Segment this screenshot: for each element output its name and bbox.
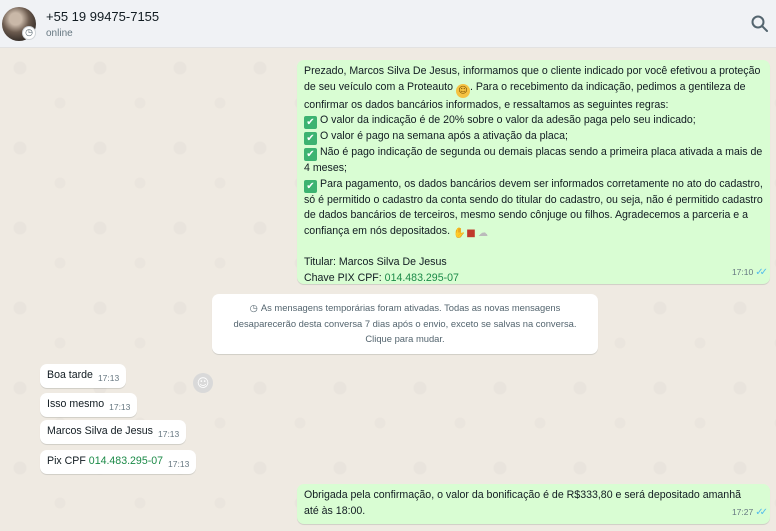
message-meta: 17:27 ✓✓ [731, 505, 768, 521]
message-time: 17:13 [168, 459, 190, 469]
message-time: 17:27 [731, 506, 754, 517]
incoming-message[interactable]: Boa tarde 17:13 [40, 364, 127, 388]
message-text: Obrigada pela confirmação, o valor da bo… [304, 488, 763, 519]
timer-icon: ◷ [249, 303, 261, 314]
rule-3: Não é pago indicação de segunda ou demai… [304, 146, 763, 174]
contact-name[interactable]: +55 19 99475-7155 [46, 9, 159, 24]
smiling-face-emoji-icon: ☺ [455, 83, 470, 98]
pix-value-link[interactable]: 014.483.295-07 [89, 455, 163, 467]
notice-text-1: As mensagens temporárias foram ativadas.… [260, 302, 561, 313]
rule-1: O valor da indicação é de 20% sobre o va… [320, 114, 696, 126]
pix-label: Chave PIX CPF: [304, 271, 385, 284]
check-mark-icon: ✔ [304, 148, 317, 161]
message-text: Boa tarde [47, 369, 93, 381]
cloud-emoji-icon: ☁ [478, 227, 489, 239]
change-setting-link[interactable]: Clique para mudar. [220, 331, 590, 346]
notice-line-1: ◷ As mensagens temporárias foram ativada… [220, 300, 590, 316]
message-line-2: até às 18:00. [304, 504, 366, 517]
incoming-message[interactable]: Marcos Silva de Jesus 17:13 [40, 420, 187, 444]
contact-status: online [46, 28, 73, 39]
check-mark-icon: ✔ [304, 179, 317, 193]
message-text: Marcos Silva de Jesus [47, 425, 153, 437]
outgoing-message[interactable]: Prezado, Marcos Silva De Jesus, informam… [297, 60, 770, 284]
message-line-1: Obrigada pela confirmação, o valor da bo… [304, 489, 741, 501]
message-text: Isso mesmo [47, 398, 105, 410]
incoming-message[interactable]: Pix CPF 014.483.295-07 17:13 [40, 450, 197, 474]
disappearing-messages-notice[interactable]: ◷ As mensagens temporárias foram ativada… [212, 294, 598, 354]
incoming-message[interactable]: Isso mesmo 17:13 [40, 393, 138, 417]
chat-panel[interactable]: Prezado, Marcos Silva De Jesus, informam… [0, 48, 776, 531]
check-mark-icon: ✔ [304, 132, 317, 145]
message-time: 17:10 [731, 266, 754, 277]
message-time: 17:13 [157, 429, 180, 439]
check-mark-icon: ✔ [304, 116, 317, 129]
notice-line-2: desaparecerão desta conversa 7 dias após… [233, 318, 577, 329]
message-time: 17:13 [97, 373, 120, 383]
chat-header: ◷ +55 19 99475-7155 online [0, 0, 776, 48]
read-receipt-icon: ✓✓ [755, 266, 768, 278]
message-text: Pix CPF [47, 455, 89, 467]
disappearing-messages-icon: ◷ [22, 26, 36, 40]
outgoing-message[interactable]: Obrigada pela confirmação, o valor da bo… [297, 484, 770, 524]
rule-2: O valor é pago na semana após a ativação… [320, 130, 568, 142]
search-icon[interactable] [750, 14, 770, 34]
truck-emoji-icon: ■ [466, 227, 476, 239]
handshake-emoji-icon: ✋ [453, 227, 466, 239]
read-receipt-icon: ✓✓ [755, 506, 768, 518]
message-text: Prezado, Marcos Silva De Jesus, informam… [304, 64, 763, 286]
titular-line: Titular: Marcos Silva De Jesus [304, 256, 447, 268]
pix-value-link[interactable]: 014.483.295-07 [385, 272, 459, 284]
emoji-group: ✋■ ☁ [453, 225, 489, 239]
message-meta: 17:10 ✓✓ [731, 265, 768, 281]
rule-4: Para pagamento, os dados bancários devem… [304, 177, 763, 237]
emoji-reaction-icon[interactable]: ☺ [193, 373, 213, 393]
message-time: 17:13 [109, 402, 131, 412]
